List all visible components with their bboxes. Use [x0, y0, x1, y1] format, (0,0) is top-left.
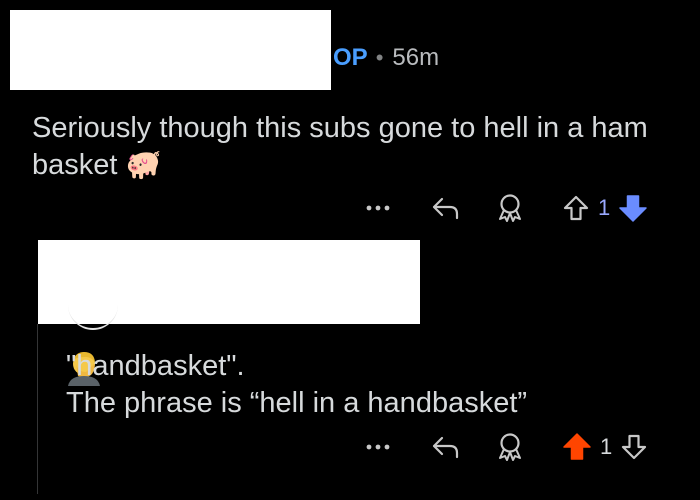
op-badge: OP: [333, 44, 368, 71]
downvote-arrow-icon[interactable]: [620, 433, 648, 461]
downvote-arrow-icon[interactable]: [618, 193, 648, 223]
meta-separator: •: [375, 45, 384, 70]
avatar: [68, 300, 118, 330]
upvote-arrow-icon[interactable]: [562, 432, 592, 462]
comment-1-timestamp: 56m: [392, 44, 440, 71]
comment-1-actions: 1: [366, 193, 648, 223]
reply-arrow-icon[interactable]: [430, 195, 460, 221]
reply-arrow-icon[interactable]: [430, 434, 460, 460]
comment-2-text: "handbasket". The phrase is “hell in a h…: [66, 348, 686, 422]
more-options-icon[interactable]: [366, 204, 390, 212]
comment-2-actions: 1: [366, 432, 648, 462]
award-icon[interactable]: [496, 432, 524, 462]
award-icon[interactable]: [496, 193, 524, 223]
comment-2-text-content: "handbasket". The phrase is “hell in a h…: [66, 350, 528, 419]
upvote-arrow-icon[interactable]: [562, 194, 590, 222]
more-options-icon[interactable]: [366, 443, 390, 451]
redacted-username-1: [10, 10, 331, 90]
comment-2-vote-count: 1: [600, 434, 613, 459]
comment-1-vote-count: 1: [598, 195, 611, 220]
thread-line[interactable]: [37, 324, 38, 494]
comment-1-text: Seriously though this subs gone to hell …: [32, 112, 648, 181]
comment-1-meta: OP • 56m: [333, 44, 439, 72]
